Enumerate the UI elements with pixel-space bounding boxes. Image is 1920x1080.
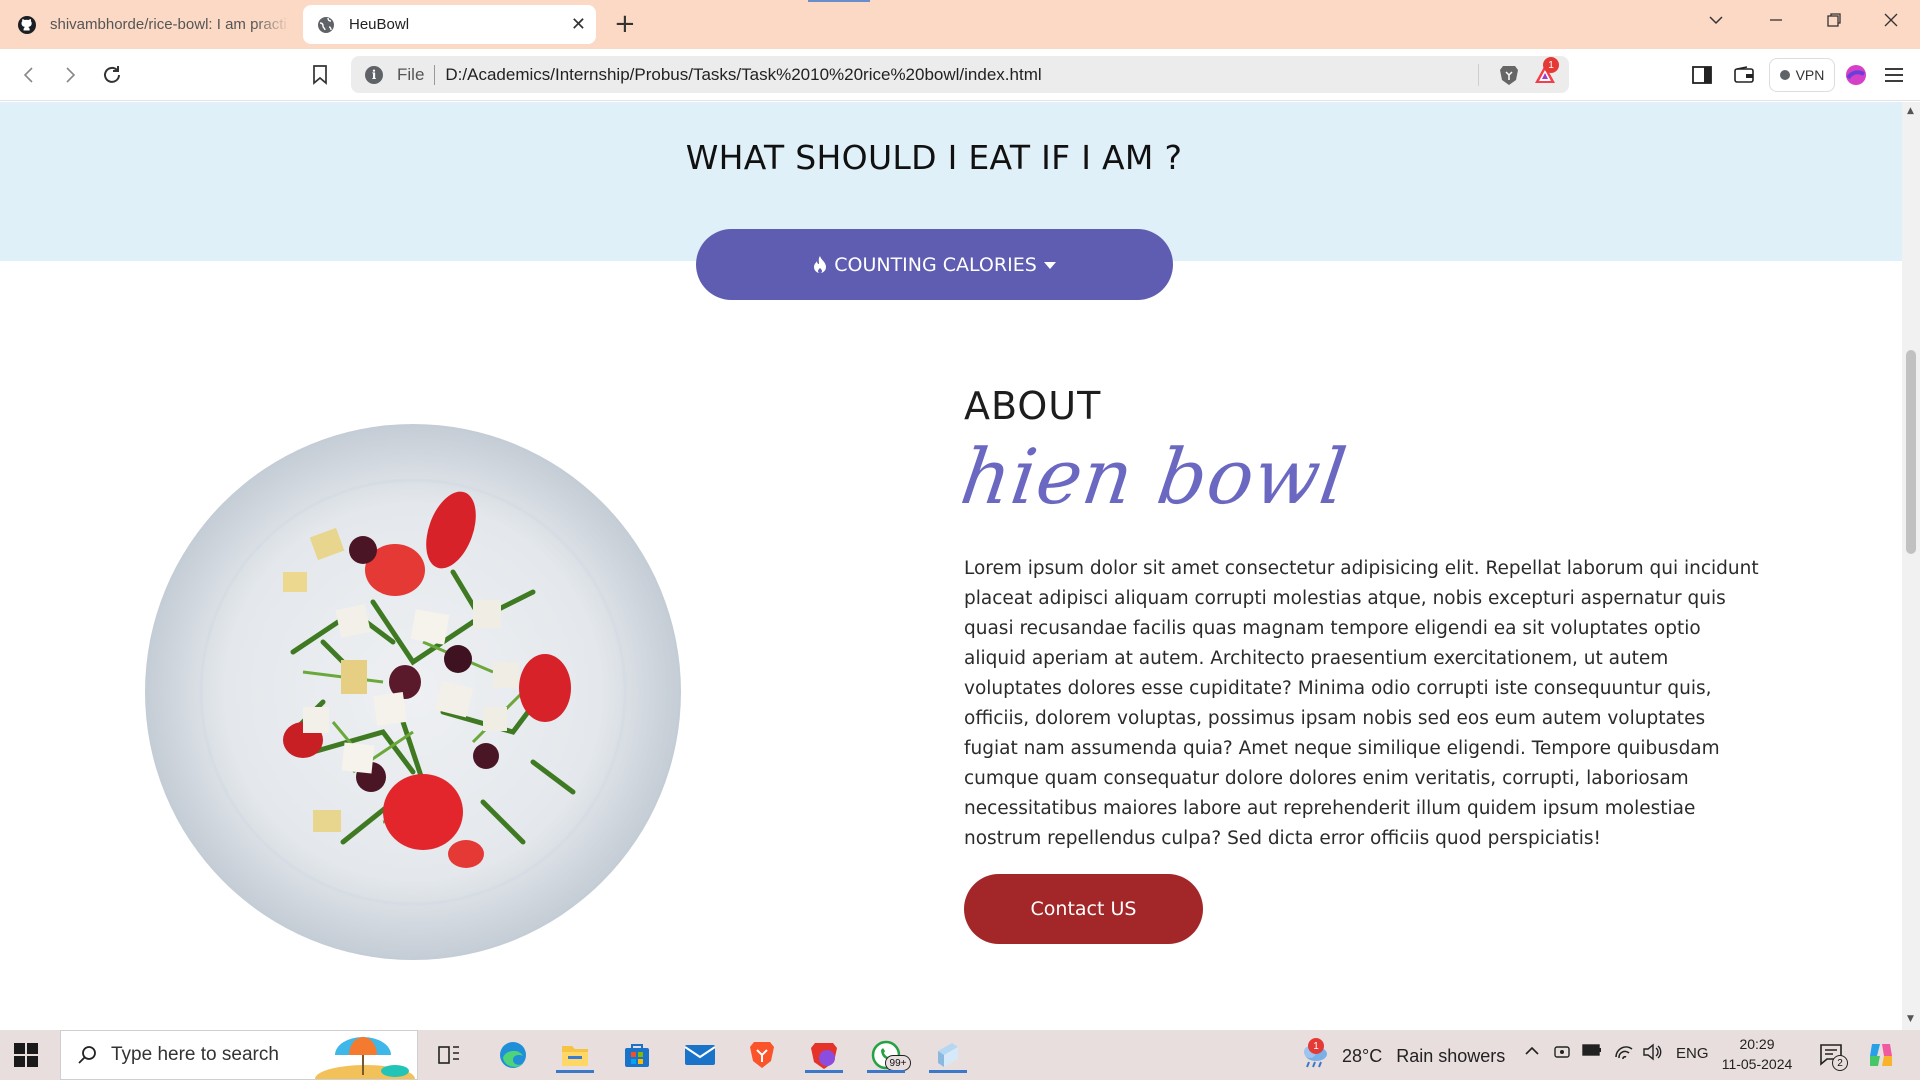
reload-button[interactable] xyxy=(98,61,126,89)
close-tab-icon[interactable]: ✕ xyxy=(571,14,586,35)
page-scrollbar[interactable]: ▲ ▼ xyxy=(1902,102,1920,1030)
whatsapp-icon[interactable]: 99+ xyxy=(867,1037,911,1073)
url-text[interactable]: D:/Academics/Internship/Probus/Tasks/Tas… xyxy=(445,65,1041,85)
wifi-icon[interactable] xyxy=(1614,1043,1634,1066)
vpn-label: VPN xyxy=(1795,67,1825,83)
github-icon xyxy=(16,14,38,36)
url-divider xyxy=(1478,64,1479,86)
flame-icon xyxy=(812,255,828,275)
scroll-up-icon[interactable]: ▲ xyxy=(1907,106,1914,116)
url-separator xyxy=(434,64,436,85)
search-icon xyxy=(77,1045,97,1065)
windows-start-icon[interactable] xyxy=(14,1043,38,1067)
about-paragraph: Lorem ipsum dolor sit amet consectetur a… xyxy=(964,558,1759,849)
scroll-thumb[interactable] xyxy=(1906,350,1916,554)
whatsapp-badge: 99+ xyxy=(885,1055,911,1071)
battery-icon[interactable] xyxy=(1582,1043,1602,1062)
windows-taskbar: Type here to search 99+ 1 28°C Rain show… xyxy=(0,1030,1920,1080)
chevron-up-icon[interactable] xyxy=(1524,1043,1540,1064)
diet-question-heading: WHAT SHOULD I EAT IF I AM ? xyxy=(685,138,1183,177)
notification-count: 2 xyxy=(1832,1055,1848,1071)
address-bar[interactable]: i File D:/Academics/Internship/Probus/Ta… xyxy=(351,56,1569,93)
browser-toolbar: i File D:/Academics/Internship/Probus/Ta… xyxy=(0,49,1920,101)
clock-date: 11-05-2024 xyxy=(1721,1056,1793,1072)
diet-dropdown-button[interactable]: COUNTING CALORIES xyxy=(696,229,1173,300)
file-explorer-icon[interactable] xyxy=(556,1037,594,1073)
wallet-icon[interactable] xyxy=(1730,61,1758,89)
weather-rain-icon: 1 xyxy=(1300,1038,1330,1070)
taskbar-search-box[interactable]: Type here to search xyxy=(60,1030,418,1080)
meet-now-icon[interactable] xyxy=(1553,1043,1571,1066)
brave-shields-icon[interactable] xyxy=(1499,64,1519,91)
restore-button[interactable] xyxy=(1826,12,1842,33)
minimize-button[interactable] xyxy=(1768,12,1784,33)
sidebar-icon[interactable] xyxy=(1688,61,1716,89)
notepad-icon[interactable] xyxy=(929,1037,967,1073)
close-window-button[interactable] xyxy=(1883,12,1899,33)
language-indicator[interactable]: ENG xyxy=(1676,1045,1709,1062)
weather-temp: 28°C xyxy=(1342,1045,1383,1066)
taskbar-clock[interactable]: 20:29 11-05-2024 xyxy=(1712,1034,1802,1074)
brand-script-title: hien bowl xyxy=(955,432,1353,521)
vpn-status-icon xyxy=(1779,70,1790,80)
scroll-down-icon[interactable]: ▼ xyxy=(1907,1014,1914,1024)
diet-dropdown-label: COUNTING CALORIES xyxy=(834,253,1037,276)
globe-icon xyxy=(315,14,337,36)
beach-umbrella-icon xyxy=(315,1037,415,1079)
caret-down-icon xyxy=(1043,260,1057,270)
brave-browser-icon[interactable] xyxy=(743,1037,781,1073)
tab-github-label: shivambhorde/rice-bowl: I am practi xyxy=(50,16,287,33)
mail-icon[interactable] xyxy=(681,1037,719,1073)
explorer-active-indicator xyxy=(556,1070,594,1073)
tab-search-chevron-icon[interactable] xyxy=(1708,12,1724,33)
brave-nightly-icon[interactable] xyxy=(805,1037,843,1073)
brave-active-indicator xyxy=(805,1070,843,1073)
weather-condition: Rain showers xyxy=(1396,1045,1506,1066)
tab-bar: shivambhorde/rice-bowl: I am practi HeuB… xyxy=(0,0,1920,49)
tab-heubowl-label: HeuBowl xyxy=(349,16,410,33)
tab-github[interactable]: shivambhorde/rice-bowl: I am practi xyxy=(8,5,298,44)
weather-widget[interactable]: 1 28°C Rain showers xyxy=(1300,1038,1506,1070)
bookmark-icon[interactable] xyxy=(306,61,334,89)
tab-heubowl[interactable]: HeuBowl ✕ xyxy=(303,5,596,44)
about-heading: ABOUT xyxy=(964,384,1102,428)
salad-plate-image xyxy=(143,422,683,962)
vpn-button[interactable]: VPN xyxy=(1769,58,1835,92)
edge-browser-icon[interactable] xyxy=(494,1037,532,1073)
menu-icon[interactable] xyxy=(1880,61,1908,89)
search-placeholder: Type here to search xyxy=(111,1044,279,1065)
new-tab-button[interactable]: + xyxy=(614,10,636,38)
back-button[interactable] xyxy=(15,61,43,89)
copilot-icon[interactable] xyxy=(1866,1040,1896,1075)
weather-badge: 1 xyxy=(1308,1038,1324,1054)
url-scheme-label: File xyxy=(397,64,425,84)
clock-time: 20:29 xyxy=(1739,1036,1775,1052)
whatsapp-active-indicator xyxy=(867,1070,905,1073)
page-viewport: WHAT SHOULD I EAT IF I AM ? COUNTING CAL… xyxy=(0,102,1902,1030)
profile-avatar-icon[interactable] xyxy=(1842,61,1870,89)
site-info-icon[interactable]: i xyxy=(365,65,383,84)
forward-button[interactable] xyxy=(56,61,84,89)
task-view-icon[interactable] xyxy=(430,1037,468,1073)
notepad-active-indicator xyxy=(929,1070,967,1073)
tab-indicator xyxy=(808,0,870,2)
microsoft-store-icon[interactable] xyxy=(618,1037,656,1073)
contact-us-button[interactable]: Contact US xyxy=(964,874,1203,944)
rewards-badge: 1 xyxy=(1543,57,1559,73)
volume-icon[interactable] xyxy=(1642,1043,1662,1066)
